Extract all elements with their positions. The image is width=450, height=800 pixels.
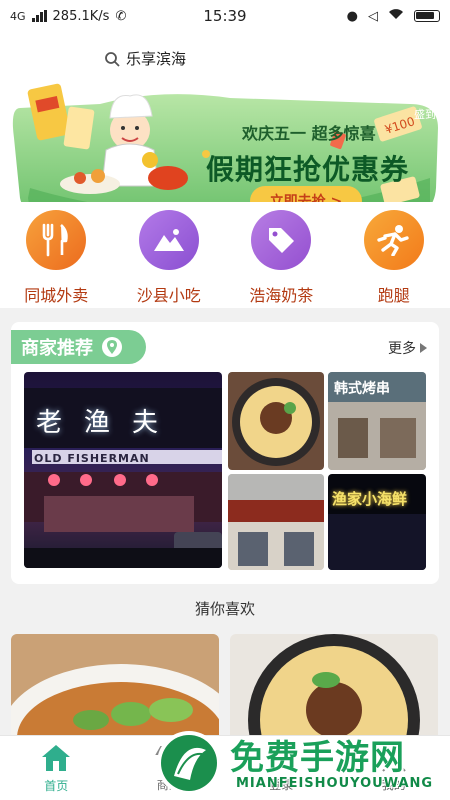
alarm-icon: ● <box>346 8 358 24</box>
runner-icon <box>363 210 424 270</box>
category-label: 同城外卖 <box>24 286 89 305</box>
noodle-photo <box>232 378 320 466</box>
tab-home[interactable]: 首页 <box>0 736 113 800</box>
promo-banner[interactable]: ¥100 欢庆五一 超多惊喜 假期狂抢优惠券 立即去抢 > 盛到 <box>10 68 438 220</box>
watermark-logo-icon <box>157 731 221 795</box>
more-label: 更多 <box>388 341 416 357</box>
location-label: 乐享滨海 <box>126 50 187 68</box>
merchant-tile-seafood[interactable]: 渔家小海鲜 <box>328 474 426 570</box>
phone-icon: ✆ <box>115 8 127 24</box>
location-pin-icon <box>102 337 122 357</box>
home-icon <box>42 744 71 771</box>
category-label: 跑腿 <box>377 286 410 305</box>
guess-section-title: 猜你喜欢 <box>194 600 255 618</box>
bbq-shop-sign: 韩式烤串 <box>334 381 390 397</box>
mute-icon: ◁ <box>368 8 378 24</box>
category-row: 同城外卖 沙县小吃 浩海奶茶 跑腿 <box>0 202 450 308</box>
category-label: 浩海奶茶 <box>249 286 314 305</box>
chevron-right-icon <box>420 343 427 353</box>
banner-tag: 盛到 <box>414 108 436 121</box>
banner-title: 假期狂抢优惠券 <box>206 153 410 186</box>
category-takeout[interactable]: 同城外卖 <box>6 202 106 308</box>
banner-subtitle: 欢庆五一 超多惊喜 <box>242 124 376 143</box>
watermark-subtext: MIANFEISHOUYOUWANG <box>236 776 434 791</box>
search-icon <box>105 51 120 67</box>
location-selector[interactable]: 乐享滨海 <box>104 48 186 69</box>
signal-icon <box>31 10 47 22</box>
merchant-tile-beef[interactable] <box>228 474 324 570</box>
tag-icon <box>251 210 312 270</box>
storefront-sign: 老渔夫 <box>36 408 181 438</box>
section-title: 商家推荐 <box>21 338 93 359</box>
header: 乐享滨海 ¥100 欢庆五一 超多惊喜 假期狂抢优惠券 盛到 <box>0 32 450 218</box>
wifi-icon <box>388 8 404 24</box>
storefront-sign-en: OLD FISHERMAN <box>34 452 150 465</box>
seafood-shop-sign: 渔家小海鲜 <box>332 490 408 508</box>
network-type: 4G <box>10 9 26 23</box>
beef-shop-photo <box>228 474 324 570</box>
network-speed: 285.1K/s <box>52 8 110 24</box>
battery-icon <box>414 10 440 22</box>
watermark: 免费手游网 MIANFEISHOUYOUWANG <box>150 726 450 800</box>
mountain-icon <box>138 210 199 270</box>
merchant-tile-featured[interactable]: 老渔夫 OLD FISHERMAN <box>24 372 222 568</box>
merchant-tile-noodles[interactable] <box>228 372 324 470</box>
section-tag: 商家推荐 <box>11 330 146 364</box>
tab-label: 首页 <box>44 778 69 793</box>
merchant-tile-bbq[interactable]: 韩式烤串 <box>328 372 426 470</box>
watermark-text: 免费手游网 <box>230 738 405 778</box>
category-snacks[interactable]: 沙县小吃 <box>119 202 219 308</box>
category-errand[interactable]: 跑腿 <box>344 202 444 308</box>
fork-knife-icon <box>26 210 87 270</box>
status-bar: 4G 285.1K/s ✆ 15:39 ● ◁ <box>0 0 450 32</box>
category-milk-tea[interactable]: 浩海奶茶 <box>231 202 331 308</box>
merchant-recommend-card: 商家推荐 更多 老渔夫 OLD FISHERMAN 韩式烤串 渔家小海鲜 <box>11 322 439 584</box>
banner-illustration: ¥100 <box>12 83 438 218</box>
more-link[interactable]: 更多 <box>388 338 427 358</box>
category-label: 沙县小吃 <box>136 286 201 305</box>
